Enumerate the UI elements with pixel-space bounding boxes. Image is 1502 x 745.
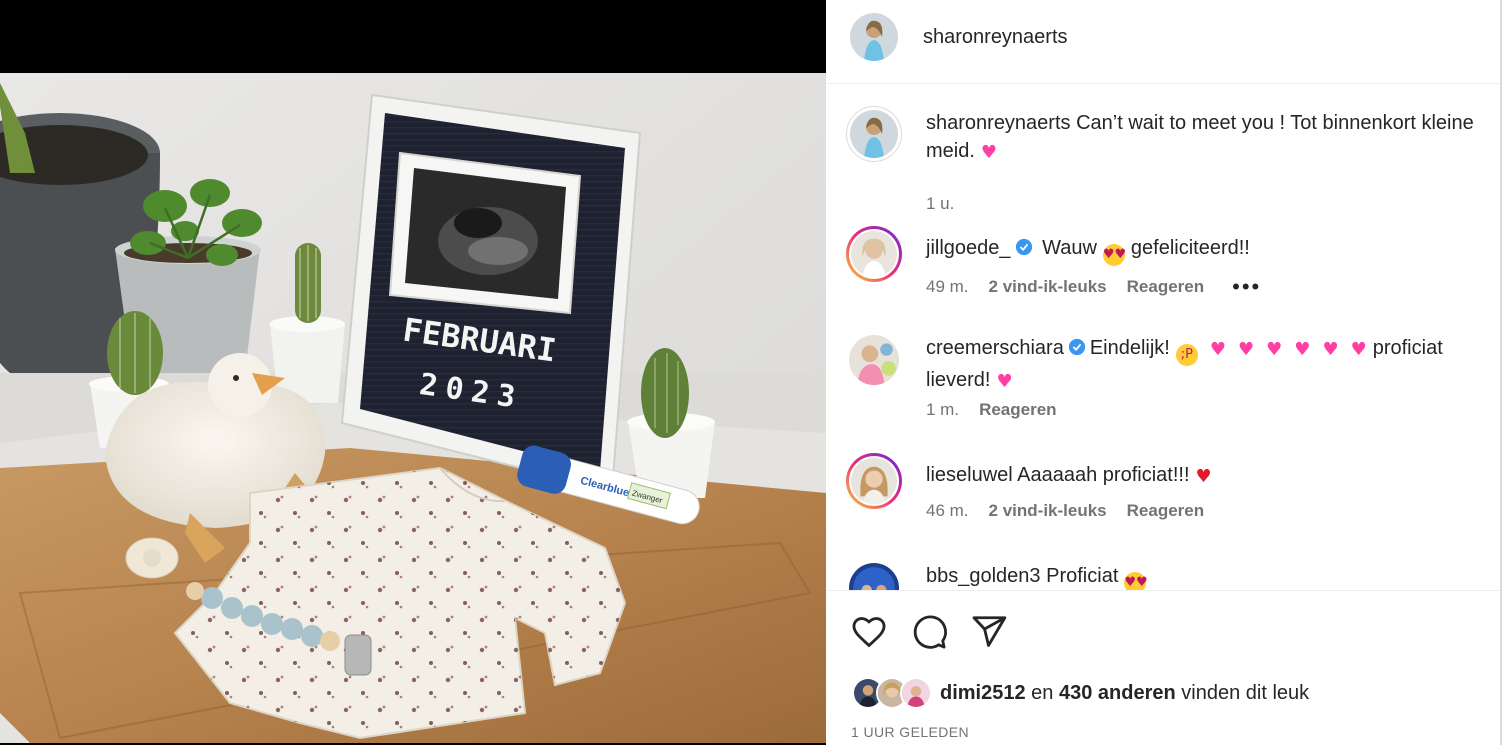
heart-emoji: ♥ [996, 371, 1013, 392]
comment-body-line2: lieverd! [926, 369, 991, 391]
comment-body: Wauw [1042, 237, 1097, 259]
post-photo: FEBRUARI 2023 Clearblue Zwanger [0, 73, 826, 743]
caption-avatar-wrap [846, 106, 902, 162]
comment-avatar[interactable] [849, 335, 899, 385]
reply-button[interactable]: Reageren [979, 400, 1056, 420]
comments-list[interactable]: sharonreynaerts Can’t wait to meet you !… [826, 84, 1502, 590]
comment-body-after: proficiat [1372, 337, 1443, 359]
comment-username[interactable]: lieseluwel [926, 464, 1013, 486]
comment-meta: 49 m. 2 vind-ik-leuks Reageren ••• [926, 274, 1281, 300]
heart-emoji: ♥ [1209, 339, 1227, 360]
caption-text: sharonreynaerts Can’t wait to meet you !… [926, 109, 1502, 167]
caption-meta: 1 u. [926, 194, 974, 214]
comment-username[interactable]: jillgoede_ [926, 237, 1011, 259]
post-side-panel: sharonreynaerts sharonreynaerts Can’t wa… [826, 0, 1502, 745]
comment-avatar-wrap [846, 332, 902, 388]
comment-bubble-icon[interactable] [910, 613, 948, 651]
reply-button[interactable]: Reageren [1127, 501, 1204, 521]
comment-text: creemerschiara Eindelijk! ;P ♥ ♥ ♥ ♥ ♥ ♥ proficia… [926, 334, 1502, 396]
verified-badge-icon [1068, 338, 1085, 356]
comment-meta: 46 m. 2 vind-ik-leuks Reageren [926, 501, 1224, 521]
comment-body: Eindelijk! [1089, 337, 1170, 359]
heart-eyes-emoji: ♥♥ [1124, 572, 1148, 590]
post-header: sharonreynaerts [826, 0, 1502, 84]
caption-line1: Can’t wait to meet you ! Tot binnenkort … [1076, 112, 1474, 134]
likes-text: dimi2512 en 430 anderen vinden dit leuk [940, 682, 1309, 705]
comment-likes[interactable]: 2 vind-ik-leuks [989, 277, 1107, 297]
first-liker[interactable]: dimi2512 [940, 682, 1026, 704]
likes-connector: en [1031, 681, 1054, 704]
heart-emoji: ♥ [1266, 339, 1283, 360]
heart-eyes-emoji: ♥♥ [1102, 244, 1126, 266]
heart-outline-icon[interactable] [850, 613, 888, 651]
comment-meta: 1 m. Reageren [926, 400, 1077, 420]
comment-body: Proficiat [1046, 565, 1119, 587]
red-heart-emoji: ♥ [1195, 466, 1212, 487]
comment-text: jillgoede_ Wauw ♥♥ gefeliciteerd!! [926, 234, 1502, 266]
comment-text: bbs_golden3 Proficiat ♥♥ [926, 562, 1502, 590]
comment-username[interactable]: creemerschiara [926, 337, 1064, 359]
caption-time[interactable]: 1 u. [926, 194, 954, 214]
likes-suffix: vinden dit leuk [1181, 681, 1310, 704]
comment-body-after: gefeliciteerd!! [1130, 237, 1250, 259]
comment-time[interactable]: 49 m. [926, 277, 969, 297]
likes-summary: dimi2512 en 430 anderen vinden dit leuk [852, 676, 1309, 710]
heart-emoji: ♥ [1322, 339, 1339, 360]
caption-username[interactable]: sharonreynaerts [926, 112, 1071, 134]
paper-plane-icon[interactable] [970, 613, 1008, 651]
more-options-icon[interactable]: ••• [1232, 274, 1261, 300]
post-media[interactable]: FEBRUARI 2023 Clearblue Zwanger [0, 0, 826, 745]
tongue-face-emoji: ;P [1175, 344, 1198, 366]
verified-badge-icon [1015, 238, 1032, 256]
heart-emoji: ♥ [1294, 339, 1311, 360]
likes-count[interactable]: 430 anderen [1059, 682, 1176, 704]
comment-text: lieseluwel Aaaaaah proficiat!!! ♥ [926, 461, 1502, 491]
author-avatar[interactable] [850, 13, 898, 61]
caption-line2: meid. [926, 140, 975, 162]
post-actions [826, 590, 1502, 745]
comment-avatar[interactable] [851, 458, 897, 504]
comment-body: Aaaaaah proficiat!!! [1017, 464, 1190, 486]
comment-avatar-ring [846, 226, 902, 282]
comment-avatar[interactable] [849, 563, 899, 590]
reply-button[interactable]: Reageren [1127, 277, 1204, 297]
heart-emoji: ♥ [1350, 339, 1367, 360]
heart-emoji: ♥ [980, 142, 998, 163]
caption-avatar[interactable] [850, 110, 898, 158]
comment-avatar-wrap [846, 560, 902, 590]
liker-avatar[interactable] [900, 677, 932, 709]
comment-time[interactable]: 1 m. [926, 400, 959, 420]
comment-avatar[interactable] [851, 231, 897, 277]
comment-username[interactable]: bbs_golden3 [926, 565, 1041, 587]
author-username[interactable]: sharonreynaerts [923, 26, 1068, 49]
likers-avatars [852, 677, 934, 709]
comment-avatar-ring [846, 453, 902, 509]
comment-likes[interactable]: 2 vind-ik-leuks [989, 501, 1107, 521]
heart-emoji: ♥ [1238, 339, 1255, 360]
post-timestamp[interactable]: 1 UUR GELEDEN [851, 724, 969, 740]
comment-time[interactable]: 46 m. [926, 501, 969, 521]
